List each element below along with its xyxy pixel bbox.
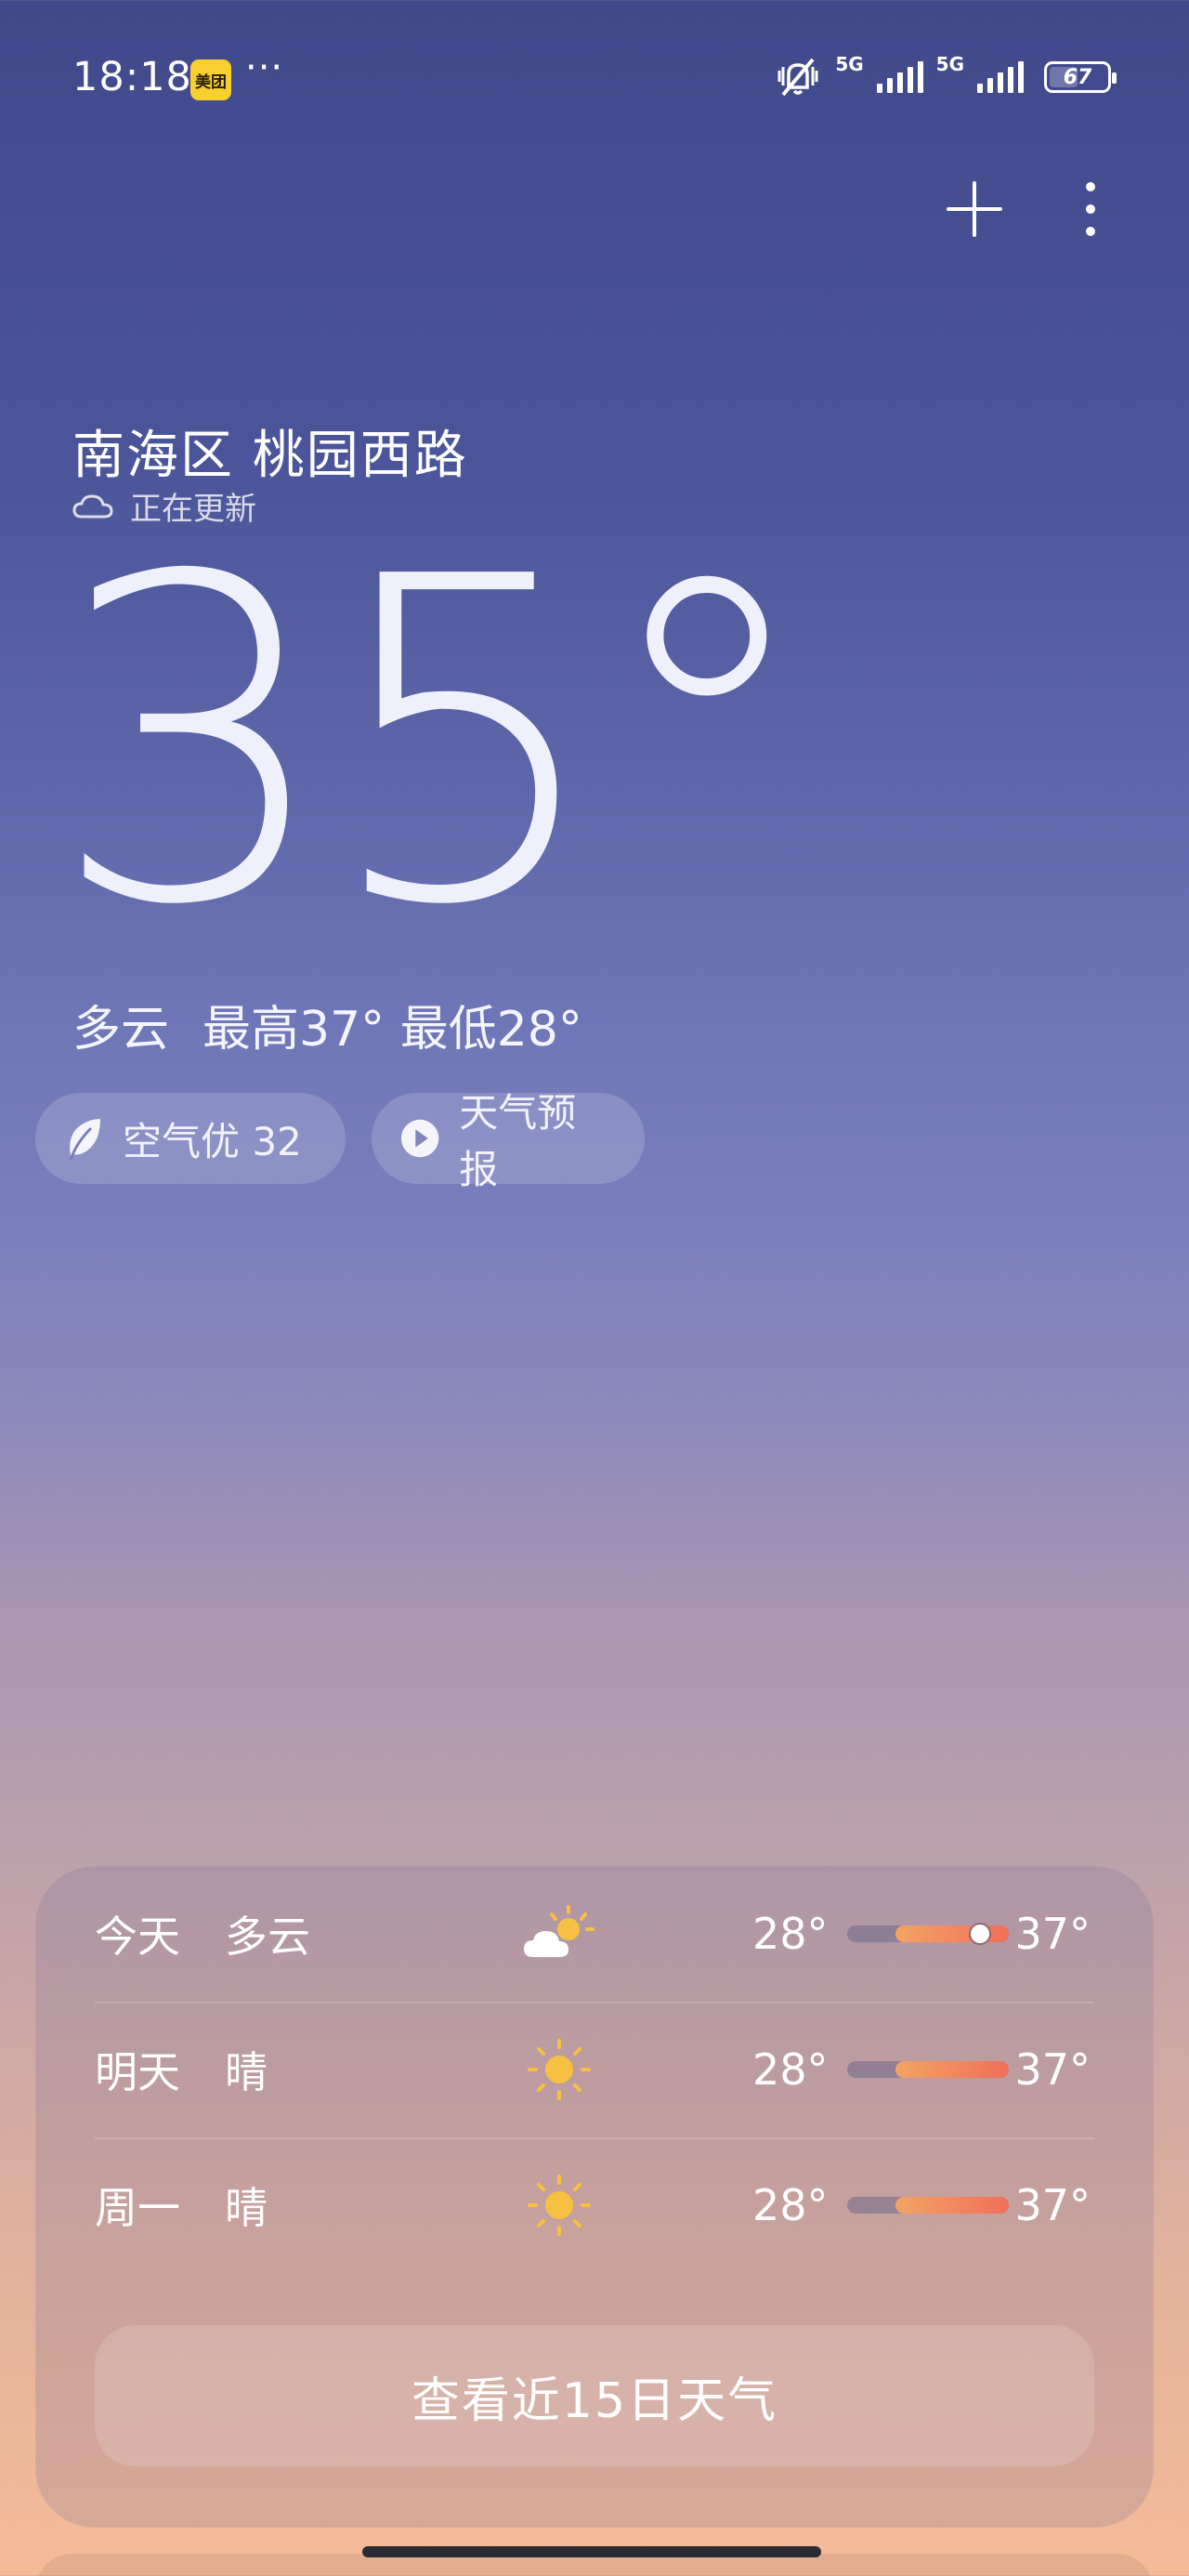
forecast-day: 明天: [95, 2047, 180, 2097]
status-bar: 18:18 美团 ··· 5G 5G 67: [0, 0, 1189, 158]
sun-icon: [528, 2039, 591, 2100]
meituan-app-icon: 美团: [190, 59, 231, 100]
partly-cloudy-icon: [524, 1905, 594, 1957]
signal-icon: [876, 61, 923, 93]
add-city-button[interactable]: [933, 167, 1016, 251]
forecast-high: 37°: [1014, 1909, 1091, 1959]
forecast-condition: 晴: [225, 2183, 268, 2233]
forecast-card: 今天 多云 28° 37° 明天 晴 28° 37° 周一 晴 28° 37° …: [35, 1866, 1154, 2528]
notification-more-dots: ···: [245, 46, 284, 89]
network-label-2: 5G: [935, 53, 964, 75]
forecast-day: 周一: [95, 2183, 180, 2233]
weather-forecast-label: 天气预报: [459, 1090, 577, 1192]
today-low: 最低28°: [399, 1002, 582, 1058]
temperature-range-fill: [895, 2197, 1009, 2214]
temperature-range-fill: [895, 1925, 1009, 1942]
forecast-condition: 多云: [225, 1912, 310, 1962]
battery-icon: 67: [1044, 61, 1117, 93]
forecast-row-monday[interactable]: 周一 晴 28° 37°: [95, 2137, 1094, 2273]
home-indicator[interactable]: [362, 2546, 821, 2557]
network-label-1: 5G: [835, 53, 864, 75]
forecast-low: 28°: [752, 1909, 829, 1959]
more-options-button[interactable]: [1063, 167, 1118, 251]
current-temperature-marker: [970, 1925, 989, 1943]
sun-icon: [528, 2175, 591, 2236]
forecast-low: 28°: [752, 2180, 829, 2230]
status-time: 18:18: [72, 54, 192, 100]
air-quality-chip[interactable]: 空气优 32: [35, 1093, 346, 1184]
signal-icon: [977, 61, 1024, 93]
forecast-high: 37°: [1014, 2044, 1091, 2095]
view-15-day-forecast-button[interactable]: 查看近15日天气: [95, 2325, 1094, 2466]
more-vertical-icon: [1086, 182, 1095, 236]
temperature-range-bar: [847, 2061, 1009, 2078]
forecast-row-tomorrow[interactable]: 明天 晴 28° 37°: [95, 2002, 1094, 2137]
today-high-low: 最高37° 最低28°: [203, 990, 582, 1059]
forecast-day: 今天: [95, 1912, 180, 1962]
air-quality-label: 空气优 32: [123, 1118, 302, 1164]
forecast-low: 28°: [752, 2044, 829, 2095]
current-condition-line: 多云 最高37° 最低28°: [72, 990, 582, 1059]
mute-icon: [777, 58, 818, 97]
temperature-range-fill: [895, 2061, 1009, 2078]
temperature-range-bar: [847, 1925, 1009, 1943]
leaf-icon: [69, 1119, 100, 1161]
forecast-condition: 晴: [225, 2047, 268, 2097]
temperature-range-bar: [847, 2197, 1009, 2214]
forecast-high: 37°: [1014, 2180, 1091, 2230]
location-name[interactable]: 南海区 桃园西路: [72, 414, 468, 489]
current-condition: 多云: [72, 1002, 170, 1058]
plus-icon: [947, 181, 1002, 237]
play-icon: [400, 1119, 439, 1158]
info-chips: 空气优 32 天气预报: [35, 1090, 645, 1192]
current-temperature: 35°: [50, 483, 818, 1003]
today-high: 最高37°: [203, 1002, 385, 1058]
battery-level: 67: [1063, 65, 1092, 89]
weather-forecast-video-chip[interactable]: 天气预报: [372, 1090, 645, 1192]
forecast-row-today[interactable]: 今天 多云 28° 37°: [95, 1866, 1094, 2002]
status-indicators: 5G 5G 67: [774, 53, 1117, 100]
